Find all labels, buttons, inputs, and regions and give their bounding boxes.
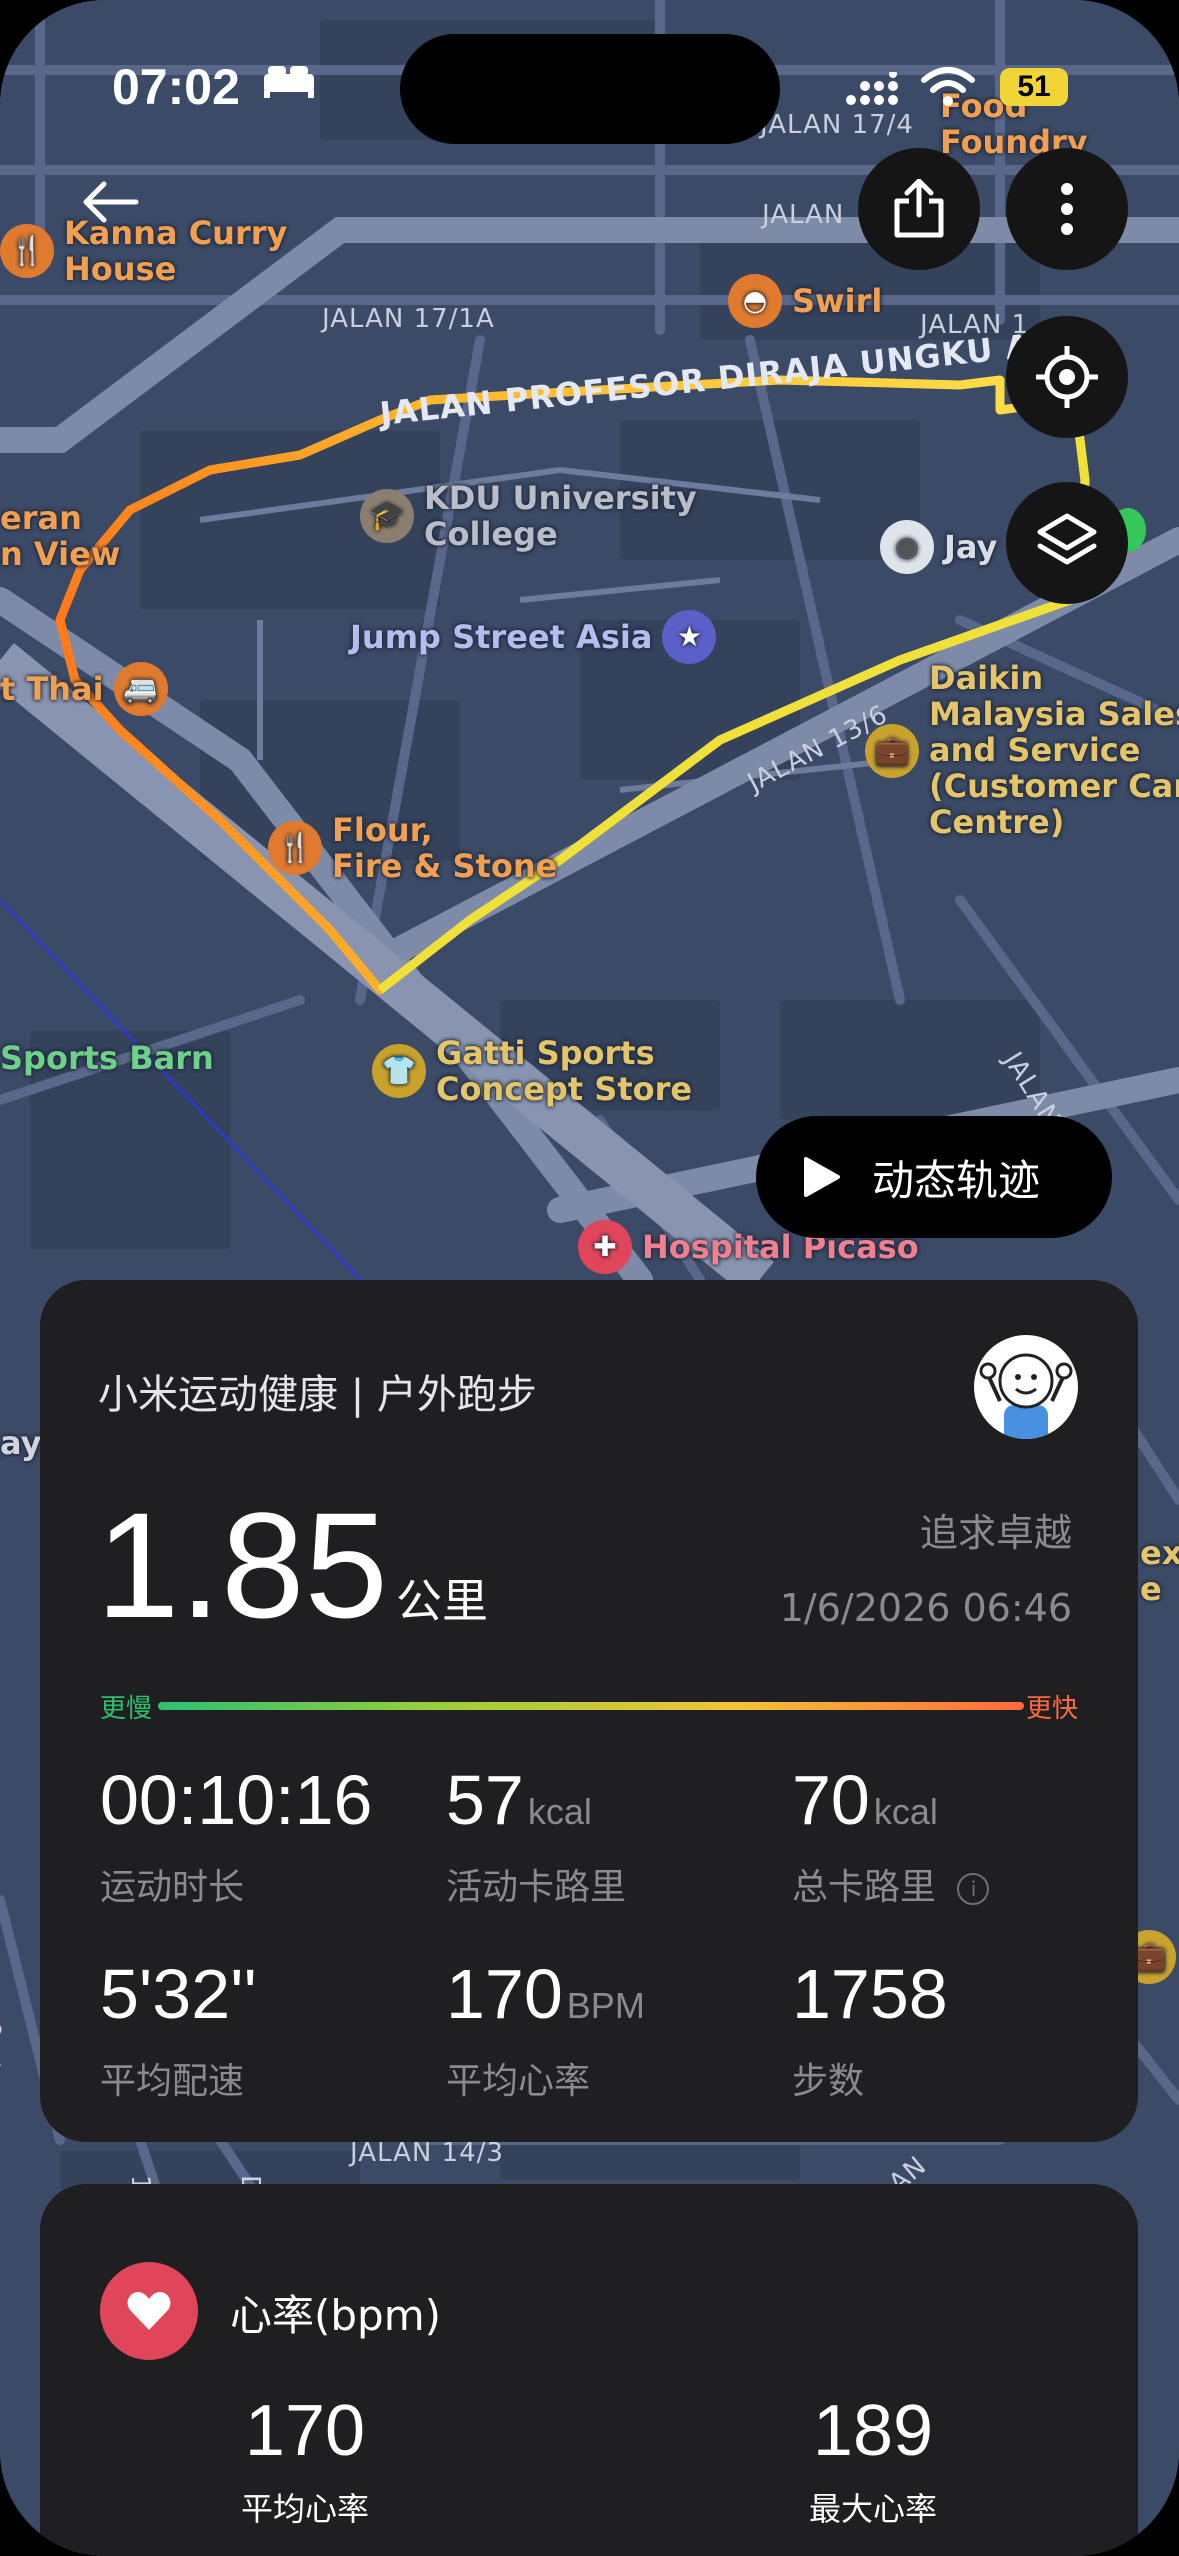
duration-label: 运动时长 bbox=[100, 1867, 245, 1908]
food-truck-icon: 🚐 bbox=[113, 662, 168, 716]
star-icon: ★ bbox=[662, 610, 717, 664]
cellular-signal-icon bbox=[845, 70, 901, 110]
more-vertical-icon bbox=[1061, 183, 1073, 235]
poi-ex[interactable]: ex e bbox=[1140, 1535, 1179, 1607]
pace-slower-label: 更慢 bbox=[100, 1694, 153, 1724]
distance-value: 1.85 公里 bbox=[96, 1490, 488, 1676]
briefcase-icon: 💼 bbox=[865, 724, 919, 778]
poi-kdu-university[interactable]: 🎓 KDU University College bbox=[360, 480, 697, 552]
poi-swirl[interactable]: ◓ Swirl bbox=[728, 274, 882, 328]
workout-header: 小米运动健康 | 户外跑步 bbox=[98, 1372, 537, 1418]
poi-thai[interactable]: t Thai 🚐 bbox=[0, 662, 168, 716]
steps-value: 1758 bbox=[792, 1955, 948, 2033]
poi-jump-street-asia[interactable]: ★ Jump Street Asia bbox=[350, 610, 717, 664]
poi-flour-fire-stone[interactable]: 🍴 Flour, Fire & Stone bbox=[268, 812, 557, 884]
road-label: JALAN bbox=[762, 200, 845, 230]
restaurant-icon: 🍴 bbox=[0, 224, 54, 278]
max-heart-rate-caption: 最大心率 bbox=[808, 2490, 937, 2528]
max-heart-rate-big: 189 bbox=[812, 2391, 934, 2471]
total-calories-label: 总卡路里 i bbox=[792, 1858, 990, 1910]
info-icon[interactable]: i bbox=[957, 1873, 990, 1905]
duration-value: 00:10:16 bbox=[100, 1761, 373, 1839]
total-calories-value: 70 kcal bbox=[792, 1761, 938, 1839]
tshirt-icon: 👕 bbox=[372, 1044, 426, 1098]
avg-heart-rate-label: 平均心率 bbox=[446, 2061, 591, 2102]
poi-label: Sports Barn bbox=[0, 1039, 214, 1077]
distance-unit: 公里 bbox=[395, 1574, 488, 1628]
share-button[interactable] bbox=[858, 148, 980, 270]
poi-label: Daikin Malaysia Sales and Service (Custo… bbox=[929, 659, 1179, 841]
heart-icon bbox=[100, 2262, 198, 2360]
layers-icon bbox=[1037, 513, 1097, 565]
distance-number: 1.85 bbox=[96, 1481, 388, 1649]
poi-gatti-sports[interactable]: 👕 Gatti Sports Concept Store bbox=[372, 1035, 692, 1107]
poi-jaya[interactable]: ◉ Jay bbox=[880, 520, 997, 574]
phone-screen: JALAN 17/4 JALAN JALAN 17/1A JALAN 1 JAL… bbox=[0, 0, 1179, 2556]
workout-datetime: 1/6/2026 06:46 bbox=[779, 1586, 1072, 1630]
poi-label: ay bbox=[0, 1424, 42, 1462]
workout-summary-card: 小米运动健康 | 户外跑步 1.85 公里 追求卓越 1/6/2026 06:46… bbox=[40, 1280, 1138, 2142]
status-bar: 07:02 51 bbox=[0, 50, 1179, 130]
heart-rate-title: 心率(bpm) bbox=[230, 2291, 442, 2340]
avg-pace-label: 平均配速 bbox=[100, 2061, 245, 2102]
steps-label: 步数 bbox=[792, 2061, 865, 2102]
pace-faster-label: 更快 bbox=[1026, 1694, 1079, 1724]
poi-label: Gatti Sports Concept Store bbox=[436, 1034, 693, 1108]
effort-tag: 追求卓越 bbox=[919, 1511, 1072, 1555]
poi-label: eran n View bbox=[0, 499, 121, 573]
road-label: JALAN 17/1A bbox=[322, 304, 495, 334]
poi-label: ex e bbox=[1140, 1534, 1179, 1608]
back-button[interactable] bbox=[80, 180, 160, 240]
play-icon bbox=[804, 1157, 840, 1197]
avg-heart-rate-value: 170 BPM bbox=[446, 1955, 645, 2033]
poi-ay[interactable]: ay bbox=[0, 1425, 41, 1461]
active-calories-value: 57 kcal bbox=[446, 1761, 592, 1839]
battery-icon: 51 bbox=[1000, 68, 1068, 106]
status-time: 07:02 bbox=[112, 59, 240, 115]
poi-label: Swirl bbox=[792, 282, 883, 320]
share-icon bbox=[894, 179, 944, 238]
road-label: JALAN 14/3 bbox=[350, 2138, 504, 2168]
poi-label: Flour, Fire & Stone bbox=[332, 811, 558, 885]
restaurant-icon: 🍴 bbox=[268, 821, 322, 875]
crosshair-icon bbox=[1036, 346, 1098, 408]
location-dot-icon: ◉ bbox=[880, 520, 934, 574]
hospital-cross-icon: ✚ bbox=[578, 1220, 632, 1274]
more-options-button[interactable] bbox=[1006, 148, 1128, 270]
track-playback-button[interactable]: 动态轨迹 bbox=[756, 1116, 1112, 1238]
avg-heart-rate-caption: 平均心率 bbox=[240, 2490, 369, 2528]
poi-label: t Thai bbox=[0, 670, 104, 708]
locate-button[interactable] bbox=[1006, 316, 1128, 438]
wifi-icon bbox=[920, 66, 976, 112]
avg-pace-value: 5'32'' bbox=[100, 1955, 257, 2033]
active-calories-label: 活动卡路里 bbox=[446, 1867, 627, 1908]
poi-daikin[interactable]: 💼 Daikin Malaysia Sales and Service (Cus… bbox=[865, 660, 1179, 840]
avatar[interactable] bbox=[974, 1335, 1078, 1439]
avg-heart-rate-big: 170 bbox=[244, 2391, 366, 2471]
map-layers-button[interactable] bbox=[1006, 482, 1128, 604]
dessert-icon: ◓ bbox=[728, 274, 782, 328]
poi-label: Jay bbox=[944, 528, 998, 566]
pace-gradient-bar bbox=[158, 1702, 1024, 1710]
poi-label: Jump Street Asia bbox=[350, 618, 653, 656]
playback-label: 动态轨迹 bbox=[872, 1155, 1041, 1205]
back-arrow-icon bbox=[83, 181, 139, 223]
poi-label: KDU University College bbox=[424, 479, 697, 553]
sleep-bed-icon bbox=[262, 60, 316, 104]
heart-rate-card[interactable]: 心率(bpm) 170 平均心率 189 最大心率 bbox=[40, 2184, 1138, 2556]
poi-view[interactable]: eran n View bbox=[0, 500, 120, 572]
graduation-cap-icon: 🎓 bbox=[360, 489, 414, 543]
poi-sports-barn[interactable]: Sports Barn bbox=[0, 1040, 214, 1076]
